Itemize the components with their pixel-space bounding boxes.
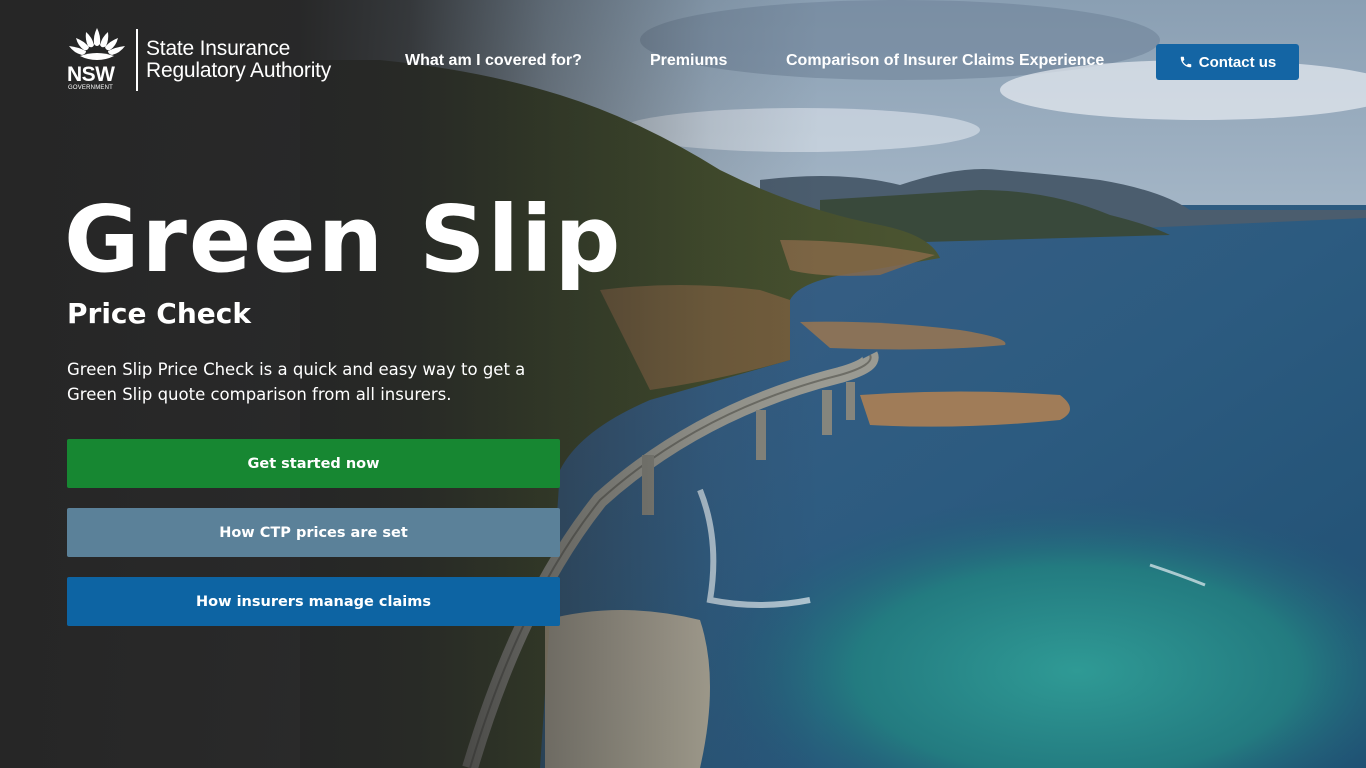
- hero-description: Green Slip Price Check is a quick and ea…: [67, 360, 526, 404]
- org-name-line1: State Insurance: [146, 37, 291, 60]
- page-title: Green Slip: [64, 186, 623, 293]
- nav-link-what-am-i-covered-for[interactable]: What am I covered for?: [405, 52, 582, 72]
- phone-icon: [1179, 55, 1193, 69]
- org-name-line2: Regulatory Authority: [146, 59, 332, 82]
- page-subtitle: Price Check: [67, 297, 251, 330]
- nsw-government-logo: NSW GOVERNMENT: [66, 26, 128, 94]
- site-logo[interactable]: NSW GOVERNMENT State Insurance Regulator…: [66, 26, 331, 94]
- get-started-label: Get started now: [247, 455, 380, 472]
- how-ctp-prices-set-button[interactable]: How CTP prices are set: [67, 508, 560, 557]
- how-insurers-manage-claims-button[interactable]: How insurers manage claims: [67, 577, 560, 626]
- logo-nsw-text: NSW: [67, 63, 115, 86]
- nav-link-insurer-claims-comparison[interactable]: Comparison of Insurer Claims Experience: [786, 52, 1104, 72]
- logo-government-text: GOVERNMENT: [68, 85, 114, 91]
- nav-link-premiums[interactable]: Premiums: [650, 52, 727, 72]
- waratah-icon: [69, 28, 125, 60]
- how-insurers-manage-claims-label: How insurers manage claims: [196, 593, 431, 610]
- contact-us-label: Contact us: [1198, 53, 1277, 71]
- org-name: State Insurance Regulatory Authority: [146, 38, 331, 82]
- how-ctp-prices-set-label: How CTP prices are set: [219, 524, 408, 541]
- logo-divider: [136, 29, 138, 91]
- get-started-button[interactable]: Get started now: [67, 439, 560, 488]
- contact-us-button[interactable]: Contact us: [1156, 44, 1299, 80]
